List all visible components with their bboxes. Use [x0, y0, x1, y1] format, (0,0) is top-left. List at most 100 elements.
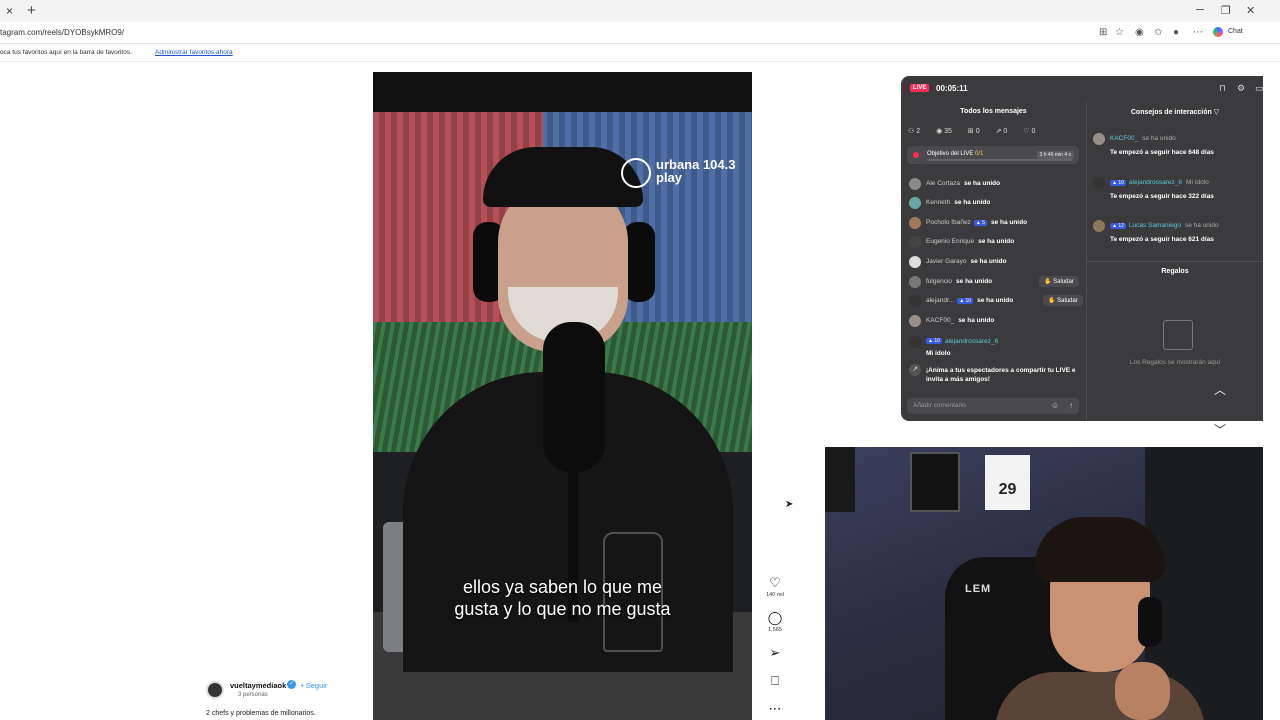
chat-action: se ha unido	[956, 278, 993, 285]
interaction-tips-label: Consejos de interacción	[1130, 109, 1212, 116]
people-count: 2	[916, 128, 921, 135]
jersey-shape	[910, 452, 960, 512]
emoji-icon[interactable]: ☺	[1051, 401, 1059, 410]
station-logo-text: urbana 104.3 play	[656, 157, 736, 185]
tip-username[interactable]: Lucas Samaniego	[1129, 222, 1181, 229]
minimize-icon[interactable]: ─	[1196, 4, 1204, 16]
chat-username[interactable]: alejandr...	[926, 297, 954, 304]
avatar	[1093, 177, 1105, 189]
restore-icon[interactable]: ❐	[1221, 4, 1231, 17]
chat-username[interactable]: alejandrossarez_6	[945, 338, 998, 345]
video-background	[373, 72, 752, 112]
copilot-icon[interactable]	[1213, 27, 1223, 37]
lock-icon[interactable]: ⊓	[1219, 83, 1226, 94]
url-input[interactable]: tagram.com/reels/DYOBsykMRO9/	[0, 28, 124, 37]
mouse-cursor-icon: ➤	[785, 499, 794, 510]
chat-username[interactable]: Kenneth	[926, 199, 950, 206]
new-tab-button[interactable]: +	[27, 2, 36, 19]
app-icon[interactable]: ⊞	[1099, 27, 1107, 38]
send-arrow-icon[interactable]: ↑	[1069, 401, 1073, 410]
manage-favorites-link[interactable]: Administrar favoritos ahora	[155, 49, 233, 56]
chat-username[interactable]: fulgencio	[926, 278, 952, 285]
live-goal[interactable]: Objetivo del LIVE 0/1 3 h 46 min 4 s	[907, 146, 1079, 164]
avatar	[909, 276, 921, 288]
favorite-star-icon[interactable]: ☆	[1115, 27, 1124, 38]
tip-text: Te empezó a seguir hace 621 días	[1110, 236, 1214, 243]
chat-button[interactable]: Chat	[1228, 28, 1243, 35]
heart-icon: ♡	[769, 575, 781, 590]
tip-text: Te empezó a seguir hace 322 días	[1110, 193, 1214, 200]
avatar	[1093, 220, 1105, 232]
tip-action: se ha unido	[1184, 222, 1219, 229]
browser-tab-bar: × + ─ ❐ ✕	[0, 0, 1280, 22]
streamer-shirt	[995, 672, 1205, 720]
like-button[interactable]: ♡ 140 mil	[762, 575, 788, 599]
tip-username[interactable]: alejandrossarez_6	[1129, 179, 1182, 186]
comment-icon: ◯	[767, 610, 783, 625]
jersey-number: 29	[985, 455, 1030, 510]
level-badge: ▲ 10	[957, 298, 974, 304]
chat-username[interactable]: KACF00_	[926, 317, 954, 324]
goal-icon	[913, 152, 919, 158]
all-messages-title[interactable]: Todos los mensajes	[901, 108, 1086, 115]
avatar	[909, 315, 921, 327]
streamer-hair	[1035, 517, 1165, 582]
more-options-button[interactable]: ⋯	[762, 702, 788, 716]
comment-input[interactable]: Añadir comentario ☺ ↑	[907, 398, 1079, 414]
tip-text: Te empezó a seguir hace 648 días	[1110, 149, 1214, 156]
chat-comment-text: Mi ídolo	[926, 350, 951, 357]
avatar[interactable]	[206, 681, 224, 699]
chat-text: Kenneth se ha unido	[926, 199, 990, 206]
chat-action: se ha unido	[954, 199, 991, 206]
shares-count: 0	[1003, 128, 1008, 135]
chat-action: se ha unido	[990, 219, 1028, 226]
goal-label: Objetivo del LIVE 0/1	[927, 151, 983, 157]
chat-username[interactable]: Eugenio Enrique	[926, 238, 974, 245]
filter-icon[interactable]: ▽	[1214, 109, 1219, 116]
interaction-tips-title[interactable]: Consejos de interacción ▽	[1087, 108, 1263, 116]
video-caption: ellos ya saben lo que me gusta y lo que …	[454, 577, 671, 619]
follow-button[interactable]: • Seguir	[301, 681, 327, 690]
tip-action: Mi ídolo	[1186, 179, 1209, 186]
chat-username[interactable]: Pocholo Ibañez	[926, 219, 971, 226]
chat-text: Eugenio Enrique se ha unido	[926, 238, 1014, 245]
avatar	[909, 197, 921, 209]
chat-text: Pocholo Ibañez ▲ 5 se ha unido	[926, 219, 1027, 226]
followers-count: 3 personas	[238, 692, 268, 698]
post-caption: 2 chefs y problemas de millonarios.	[206, 710, 316, 717]
avatar	[909, 236, 921, 248]
profile-icon[interactable]: ●	[1173, 27, 1179, 38]
favorites-icon[interactable]: ✩	[1154, 27, 1162, 38]
chat-username[interactable]: Javier Garayo	[926, 258, 966, 265]
gifts-count: 0	[975, 128, 980, 135]
share-prompt-text: ¡Anima a tus espectadores a compartir tu…	[926, 367, 1076, 383]
avatar	[909, 336, 921, 348]
username-link[interactable]: vueltaymediaok	[230, 681, 286, 690]
streamer-hand	[1115, 662, 1170, 720]
chevron-down-icon[interactable]: ﹀	[1214, 421, 1226, 438]
comment-button[interactable]: ◯ 1.565	[762, 610, 788, 634]
live-badge: LIVE	[910, 84, 930, 92]
chat-text: fulgencio se ha unido	[926, 278, 992, 285]
greet-button[interactable]: ✋ Saludar	[1039, 276, 1079, 287]
tip-username[interactable]: KACF00_	[1110, 135, 1138, 142]
share-button[interactable]: ➢	[762, 646, 788, 660]
likes-stat: ♡ 0	[1023, 128, 1036, 135]
level-badge: ▲ 10	[926, 338, 942, 344]
chat-action: se ha unido	[963, 180, 1001, 187]
close-tab-icon[interactable]: ×	[6, 4, 13, 18]
gear-icon[interactable]: ⚙	[1237, 83, 1245, 94]
extension-icon[interactable]: ◉	[1135, 27, 1144, 38]
window-icon[interactable]: ▭	[1255, 83, 1263, 94]
reel-video[interactable]: urbana 104.3 play ellos ya saben lo que …	[373, 72, 752, 720]
more-icon[interactable]: ⋯	[1193, 27, 1203, 38]
save-button[interactable]: ⎕	[762, 674, 788, 688]
greet-button[interactable]: ✋ Saludar	[1043, 295, 1083, 306]
avatar	[1093, 133, 1105, 145]
tip-header: ▲ 10 alejandrossarez_6 Mi ídolo	[1110, 179, 1209, 186]
tip-header: KACF00_ se ha unido	[1110, 135, 1176, 142]
chevron-up-icon[interactable]: ︿	[1214, 381, 1226, 398]
chat-username[interactable]: Ale Cortaza	[926, 180, 960, 187]
bookmark-icon: ⎕	[771, 673, 779, 688]
window-close-icon[interactable]: ✕	[1246, 4, 1255, 17]
